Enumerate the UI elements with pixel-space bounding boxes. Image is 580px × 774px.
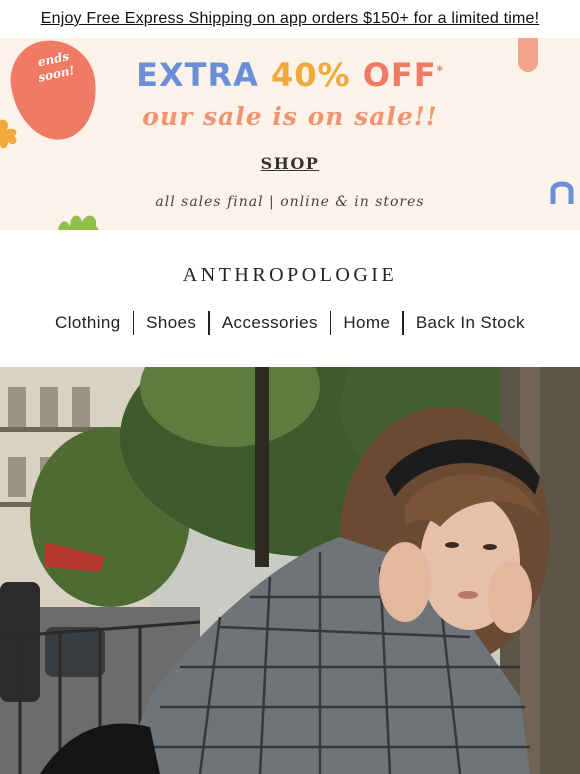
headline-off: OFF: [362, 56, 437, 94]
promo-script-text: our sale is on sale!!: [142, 102, 438, 131]
shop-button[interactable]: SHOP: [261, 154, 320, 173]
shop-cta[interactable]: SHOP: [0, 154, 580, 173]
nav-item-back-in-stock[interactable]: Back In Stock: [404, 313, 537, 333]
leaf-doodle-icon: [58, 215, 99, 230]
nav-item-shoes[interactable]: Shoes: [134, 313, 208, 333]
headline-extra: EXTRA: [136, 56, 259, 94]
hero-image[interactable]: [0, 367, 580, 774]
nav-item-accessories[interactable]: Accessories: [210, 313, 330, 333]
nav-item-home[interactable]: Home: [331, 313, 402, 333]
promo-headline: EXTRA 40% OFF*: [0, 56, 580, 94]
headline-asterisk: *: [436, 63, 444, 78]
promo-banner[interactable]: ends soon! EXTRA 40% OFF* our sale is on…: [0, 38, 580, 230]
headline-percent: 40%: [270, 56, 351, 94]
announcement-link[interactable]: Enjoy Free Express Shipping on app order…: [0, 0, 580, 38]
brand-logo[interactable]: ANTHROPOLOGIE: [0, 264, 580, 287]
hero-photo: [0, 367, 580, 774]
promo-fine-print: all sales final | online & in stores: [155, 194, 425, 210]
nav-item-clothing[interactable]: Clothing: [43, 313, 133, 333]
main-nav: Clothing Shoes Accessories Home Back In …: [0, 310, 580, 336]
